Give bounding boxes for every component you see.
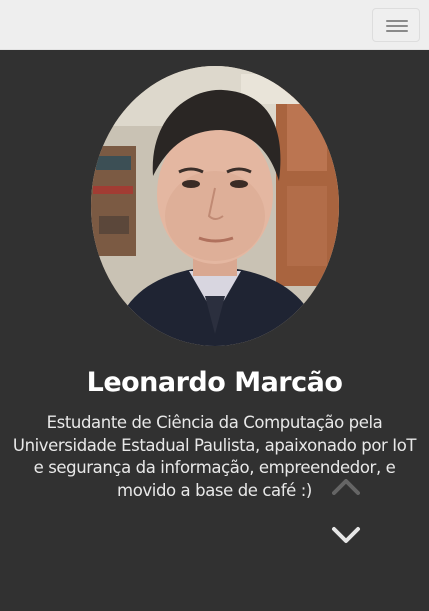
navbar xyxy=(0,0,429,50)
profile-photo xyxy=(91,66,339,346)
chevron-up-icon[interactable] xyxy=(330,475,362,497)
hamburger-menu-icon xyxy=(386,25,408,27)
chevron-down-icon[interactable] xyxy=(330,524,362,546)
profile-name: Leonardo Marcão xyxy=(86,367,343,398)
menu-toggle-button[interactable] xyxy=(372,8,420,42)
profile-section: Leonardo Marcão Estudante de Ciência da … xyxy=(0,50,429,611)
hamburger-menu-icon xyxy=(386,30,408,32)
hamburger-menu-icon xyxy=(386,20,408,22)
